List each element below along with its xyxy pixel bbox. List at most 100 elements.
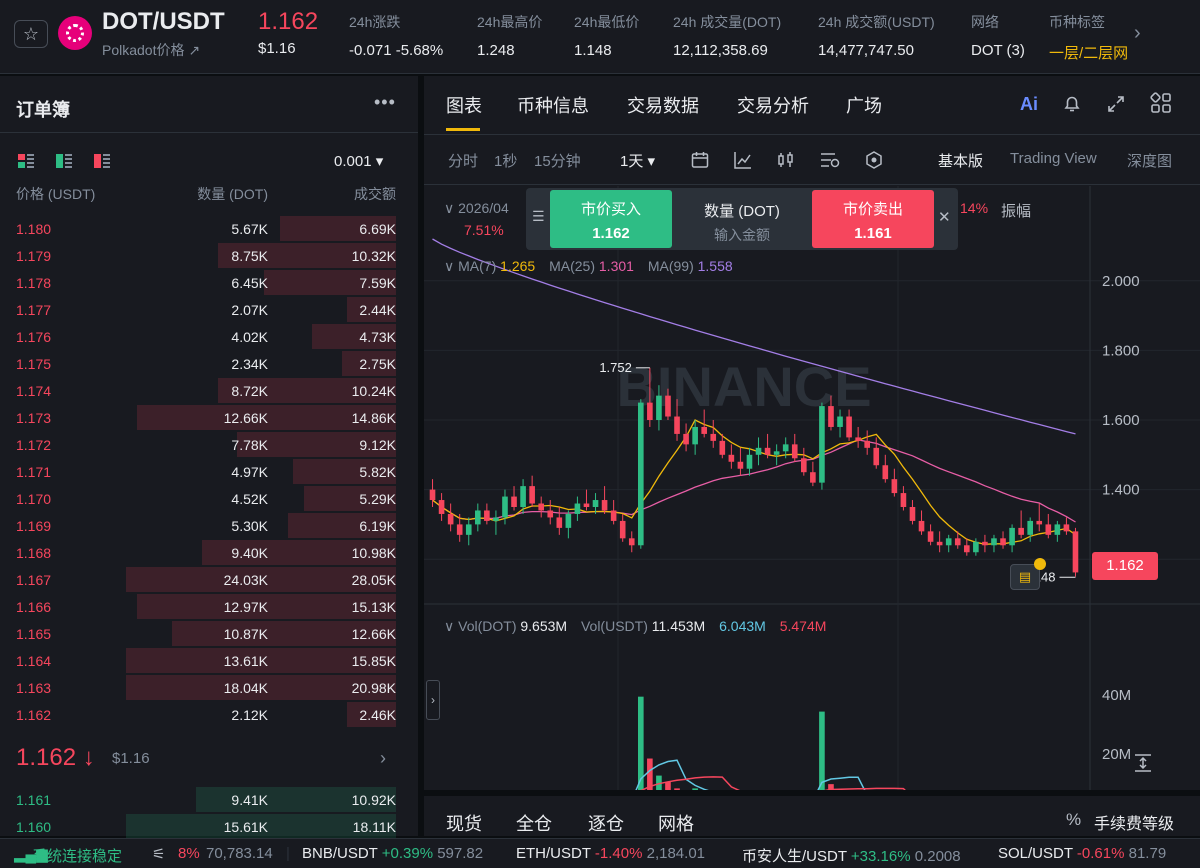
col-total-header: 成交额: [354, 186, 396, 202]
calendar-icon[interactable]: [690, 150, 710, 170]
market-buy-button[interactable]: 市价买入 1.162: [550, 190, 672, 248]
price-cell: 1.160: [16, 819, 52, 835]
qty-cell: 6.45K: [231, 275, 268, 291]
percent-icon[interactable]: %: [1066, 810, 1081, 830]
ask-row[interactable]: 1.180 5.67K 6.69K: [0, 215, 418, 242]
stat-coin-tag[interactable]: 币种标签 一层/二层网: [1049, 12, 1133, 63]
ask-row[interactable]: 1.171 4.97K 5.82K: [0, 458, 418, 485]
timeframe-15m[interactable]: 15分钟: [534, 150, 581, 171]
view-basic[interactable]: 基本版: [938, 150, 983, 171]
ask-row[interactable]: 1.166 12.97K 15.13K: [0, 593, 418, 620]
tab-coin-info[interactable]: 币种信息: [517, 92, 589, 118]
candle-body: [601, 500, 608, 511]
market-sell-button[interactable]: 市价卖出 1.161: [812, 190, 934, 248]
pair-title[interactable]: DOT/USDT: [102, 8, 225, 36]
ma25-line: [432, 439, 1076, 523]
quantity-input[interactable]: 数量 (DOT) 输入金额: [674, 190, 810, 248]
ai-icon[interactable]: Ai: [1020, 94, 1038, 115]
candle-body: [719, 440, 726, 455]
favorite-star-icon[interactable]: ☆: [14, 20, 48, 48]
view-tradingview[interactable]: Trading View: [1010, 150, 1097, 167]
chevron-right-icon[interactable]: ›: [380, 748, 386, 769]
ask-row[interactable]: 1.167 24.03K 28.05K: [0, 566, 418, 593]
sliders-icon[interactable]: ⚟: [152, 845, 165, 863]
ask-row[interactable]: 1.177 2.07K 2.44K: [0, 296, 418, 323]
ask-row[interactable]: 1.176 4.02K 4.73K: [0, 323, 418, 350]
fee-level-link[interactable]: 手续费等级: [1094, 810, 1174, 834]
ask-row[interactable]: 1.164 13.61K 15.85K: [0, 647, 418, 674]
bid-row[interactable]: 1.160 15.61K 18.11K: [0, 813, 418, 840]
price-cell: 1.164: [16, 653, 52, 669]
tab-trade-data[interactable]: 交易数据: [627, 92, 699, 118]
timeframe-1d-select[interactable]: 1天 ▾: [620, 150, 655, 171]
layout-grid-icon[interactable]: [1150, 92, 1172, 114]
candlestick-icon[interactable]: [776, 150, 796, 170]
candle-body: [583, 503, 590, 507]
ask-row[interactable]: 1.175 2.34K 2.75K: [0, 350, 418, 377]
book-asks-icon[interactable]: [94, 154, 110, 168]
candle-body: [556, 517, 563, 528]
stat-network[interactable]: 网络 DOT (3): [971, 12, 1025, 59]
total-cell: 4.73K: [359, 329, 396, 345]
ask-row[interactable]: 1.173 12.66K 14.86K: [0, 404, 418, 431]
ask-row[interactable]: 1.169 5.30K 6.19K: [0, 512, 418, 539]
drag-handle-icon[interactable]: ☰: [532, 208, 545, 225]
ohlc-date-value: 2026/04: [458, 200, 509, 216]
ask-row[interactable]: 1.170 4.52K 5.29K: [0, 485, 418, 512]
qty-cell: 8.72K: [231, 383, 268, 399]
coin-price-link[interactable]: Polkadot价格 ↗: [102, 40, 200, 60]
timeframe-timeline[interactable]: 分时: [448, 150, 478, 171]
tab-trade-analysis[interactable]: 交易分析: [737, 92, 809, 118]
more-icon[interactable]: •••: [374, 92, 396, 113]
candle-body: [963, 545, 970, 553]
timeframe-1s[interactable]: 1秒: [494, 150, 517, 171]
ticker-change: +0.39%: [381, 845, 434, 862]
scale-reset-icon[interactable]: [1132, 752, 1154, 774]
tab-square[interactable]: 广场: [846, 92, 882, 118]
ask-row[interactable]: 1.172 7.78K 9.12K: [0, 431, 418, 458]
ticker-meme[interactable]: 币安人生/USDT +33.16% 0.2008: [742, 845, 961, 866]
expand-icon[interactable]: [1106, 94, 1126, 114]
hexagon-settings-icon[interactable]: [864, 150, 884, 170]
stat-24h-high: 24h最高价 1.248: [477, 12, 542, 59]
total-cell: 28.05K: [351, 572, 396, 588]
ticker-bnb[interactable]: BNB/USDT +0.39% 597.82: [302, 845, 483, 862]
total-cell: 18.11K: [352, 819, 396, 835]
indicator-line-icon[interactable]: [733, 150, 753, 170]
chevron-right-icon[interactable]: ›: [1134, 22, 1141, 45]
price-cell: 1.167: [16, 572, 52, 588]
tab-spot[interactable]: 现货: [446, 810, 482, 836]
candle-body: [674, 416, 680, 434]
ask-row[interactable]: 1.162 2.12K 2.46K: [0, 701, 418, 728]
candle-body: [610, 510, 617, 521]
total-cell: 2.44K: [359, 302, 396, 318]
tab-chart[interactable]: 图表: [446, 92, 482, 118]
ask-row[interactable]: 1.179 8.75K 10.32K: [0, 242, 418, 269]
connection-status[interactable]: 系统连接稳定: [32, 845, 122, 866]
status-value: 70,783.14: [206, 845, 273, 862]
view-depth[interactable]: 深度图: [1127, 150, 1172, 171]
book-bids-icon[interactable]: [56, 154, 72, 168]
volume-bar: [665, 782, 671, 790]
price-chart[interactable]: BINANCE 2.0001.8001.6001.4001.20040M20M0…: [424, 186, 1200, 790]
chart-settings-icon[interactable]: [819, 150, 841, 170]
ask-row[interactable]: 1.165 10.87K 12.66K: [0, 620, 418, 647]
tab-cross[interactable]: 全仓: [516, 810, 552, 836]
ticker-sol[interactable]: SOL/USDT -0.61% 81.79: [998, 845, 1166, 862]
book-both-icon[interactable]: [18, 154, 34, 168]
collapse-handle-icon[interactable]: ›: [426, 680, 440, 720]
tab-isolated[interactable]: 逐仓: [588, 810, 624, 836]
tab-grid[interactable]: 网格: [658, 810, 694, 836]
ask-row[interactable]: 1.174 8.72K 10.24K: [0, 377, 418, 404]
ask-row[interactable]: 1.178 6.45K 7.59K: [0, 269, 418, 296]
ask-row[interactable]: 1.163 18.04K 20.98K: [0, 674, 418, 701]
bell-icon[interactable]: [1062, 94, 1082, 114]
ask-row[interactable]: 1.168 9.40K 10.98K: [0, 539, 418, 566]
ticker-eth[interactable]: ETH/USDT -1.40% 2,184.01: [516, 845, 705, 862]
y-tick-label: 1.800: [1102, 342, 1140, 359]
bid-row[interactable]: 1.161 9.41K 10.92K: [0, 786, 418, 813]
candle-body: [791, 444, 798, 459]
stat-value: 1.148: [574, 42, 612, 59]
tick-size-select[interactable]: 0.001 ▾: [334, 152, 383, 170]
close-icon[interactable]: ✕: [938, 208, 951, 226]
